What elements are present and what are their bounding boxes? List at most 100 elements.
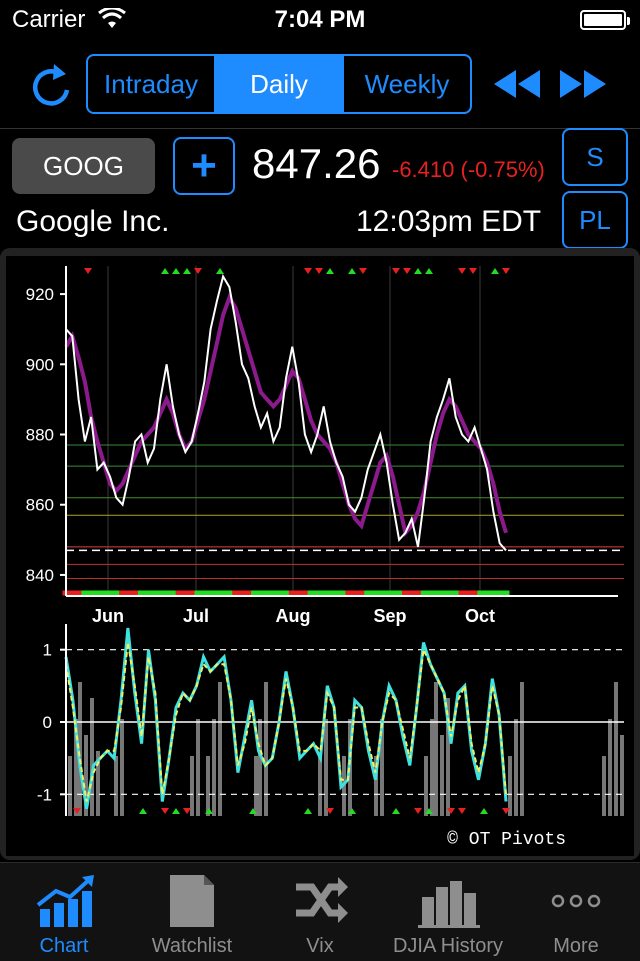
histogram-bar <box>258 719 262 816</box>
signal-bar <box>320 590 328 596</box>
signal-triangle <box>348 268 356 274</box>
signal-triangle <box>304 268 312 274</box>
signal-bar <box>389 590 397 596</box>
rewind-icon[interactable] <box>492 68 542 100</box>
histogram-bar <box>218 682 222 816</box>
x-tick-label: Sep <box>373 606 406 626</box>
timeframe-segmented-control: Intraday Daily Weekly <box>86 54 472 114</box>
signal-bar <box>100 590 108 596</box>
signal-bar <box>75 590 83 596</box>
add-symbol-button[interactable]: + <box>173 137 235 195</box>
signal-bar <box>464 590 472 596</box>
signal-bar <box>433 590 441 596</box>
signal-bar <box>458 590 466 596</box>
signal-bar <box>401 590 409 596</box>
price-chart[interactable]: Jun Jul Aug Sep Oct 840 860 880 900 920 1 0 -1 © OT… <box>6 256 634 856</box>
signal-bar <box>144 590 152 596</box>
signal-triangle <box>469 268 477 274</box>
signal-bar <box>445 590 453 596</box>
signal-bar <box>219 590 227 596</box>
histogram-bar <box>508 756 512 816</box>
symbol-button[interactable]: GOOG <box>12 138 155 194</box>
signal-bar <box>345 590 353 596</box>
histogram-bar <box>430 719 434 816</box>
signal-bar <box>357 590 365 596</box>
tab-bar: Chart Watchlist Vix DJIA History More <box>0 862 640 961</box>
osc-signal-triangle <box>172 808 180 814</box>
signal-bar <box>251 590 259 596</box>
osc-signal-triangle <box>139 808 147 814</box>
osc-signal-triangle <box>458 808 466 814</box>
signal-triangle <box>502 268 510 274</box>
histogram-bar <box>90 698 94 816</box>
histogram-bar <box>324 719 328 816</box>
signal-bar <box>326 590 334 596</box>
signal-triangle <box>425 268 433 274</box>
signal-bar <box>194 590 202 596</box>
signal-bar <box>427 590 435 596</box>
refresh-icon[interactable] <box>28 60 74 108</box>
histogram-bar <box>614 682 618 816</box>
signal-bar <box>471 590 479 596</box>
histogram-bar <box>120 719 124 816</box>
signal-bar <box>175 590 183 596</box>
chart-icon <box>36 875 94 927</box>
signal-triangle <box>359 268 367 274</box>
segment-intraday[interactable]: Intraday <box>88 56 216 112</box>
signal-bar <box>263 590 271 596</box>
tab-watchlist[interactable]: Watchlist <box>128 863 256 961</box>
chart-area[interactable]: Jun Jul Aug Sep Oct 840 860 880 900 920 1 0 -1 © OT… <box>6 256 634 856</box>
signal-triangle <box>326 268 334 274</box>
company-name: Google Inc. <box>16 205 170 238</box>
watermark: © OT Pivots <box>447 830 566 850</box>
tab-chart-label: Chart <box>39 935 89 957</box>
signal-bar <box>376 590 384 596</box>
signal-bar <box>200 590 208 596</box>
tab-chart[interactable]: Chart <box>0 863 128 961</box>
segment-weekly[interactable]: Weekly <box>344 56 470 112</box>
battery-icon <box>580 10 630 30</box>
signal-triangle <box>491 268 499 274</box>
signal-bar <box>81 590 89 596</box>
price-change: -6.410 (-0.75%) <box>392 157 545 182</box>
signal-bar <box>131 590 139 596</box>
signal-bar <box>276 590 284 596</box>
histogram-bar <box>520 682 524 816</box>
tab-vix-label: Vix <box>306 935 334 957</box>
signal-bar <box>307 590 315 596</box>
osc-signal-triangle <box>414 808 422 814</box>
tab-more[interactable]: More <box>512 863 640 961</box>
signal-bar <box>112 590 120 596</box>
signal-bar <box>439 590 447 596</box>
signal-bar <box>207 590 215 596</box>
signal-bar <box>383 590 391 596</box>
segment-daily[interactable]: Daily <box>216 56 344 112</box>
pl-button[interactable]: PL <box>562 191 628 249</box>
signal-bar <box>188 590 196 596</box>
signal-bar <box>106 590 114 596</box>
signal-triangle <box>315 268 323 274</box>
signal-bar <box>238 590 246 596</box>
s-button[interactable]: S <box>562 128 628 186</box>
signal-bar <box>408 590 416 596</box>
signal-triangle <box>403 268 411 274</box>
y-tick-label: 860 <box>26 496 54 515</box>
signal-bar <box>489 590 497 596</box>
signal-bar <box>282 590 290 596</box>
signal-bar <box>496 590 504 596</box>
tab-djia-history[interactable]: DJIA History <box>384 863 512 961</box>
signal-triangle <box>84 268 92 274</box>
signal-triangle <box>161 268 169 274</box>
shuffle-icon <box>296 877 348 923</box>
tab-vix[interactable]: Vix <box>256 863 384 961</box>
fast-forward-icon[interactable] <box>558 68 608 100</box>
x-tick-label: Oct <box>465 606 495 626</box>
histogram-bar <box>206 756 210 816</box>
signal-bar <box>477 590 485 596</box>
more-icon <box>551 894 601 908</box>
signal-bar <box>169 590 177 596</box>
osc-signal-triangle <box>183 808 191 814</box>
signal-bar <box>257 590 265 596</box>
signal-bar <box>269 590 277 596</box>
signal-bar <box>87 590 95 596</box>
